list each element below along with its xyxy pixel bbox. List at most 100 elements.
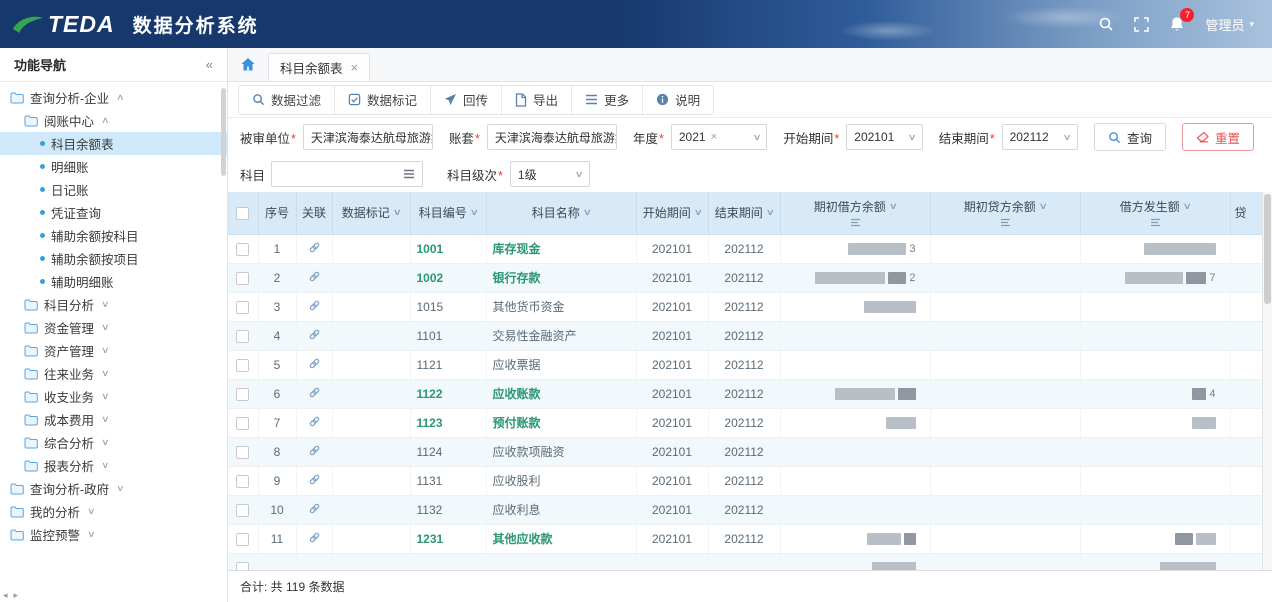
tab-subject-balance[interactable]: 科目余额表 × [268, 53, 370, 81]
link-icon[interactable] [308, 415, 321, 428]
info-button[interactable]: 说明 [643, 86, 713, 114]
cell-subject-name[interactable]: 预付账款 [486, 408, 636, 437]
row-checkbox[interactable] [236, 504, 249, 517]
sidebar-item-subject-balance[interactable]: 科目余额表 [0, 132, 227, 155]
user-menu[interactable]: 管理员 ▾ [1205, 15, 1254, 34]
col-credit-amount-partial[interactable]: 贷 [1230, 192, 1262, 234]
sidebar-folder-comprehensive-analysis[interactable]: 综合分析∨ [0, 431, 227, 454]
cell-subject-code[interactable]: 1001 [410, 234, 486, 263]
sidebar-folder-my-analysis[interactable]: 我的分析∨ [0, 500, 227, 523]
cell-subject-name[interactable]: 库存现金 [486, 234, 636, 263]
link-icon[interactable] [308, 531, 321, 544]
cell-subject-code[interactable]: 1122 [410, 379, 486, 408]
sidebar-collapse-button[interactable]: « [206, 57, 213, 72]
sidebar-item-aux-balance-by-project[interactable]: 辅助余额按项目 [0, 247, 227, 270]
start-period-select[interactable]: 202101 ∨ [846, 124, 922, 150]
export-button[interactable]: 导出 [502, 86, 572, 114]
col-opening-debit[interactable]: 期初借方余额∨ [780, 192, 930, 234]
sidebar-hscroll-arrows[interactable]: ◂ ▸ [3, 590, 18, 601]
link-icon[interactable] [308, 241, 321, 254]
sidebar-folder-current-business[interactable]: 往来业务∨ [0, 362, 227, 385]
table-row[interactable]: 11001库存现金2021012021123 [228, 234, 1262, 263]
subject-level-select[interactable]: 1级 ∨ [510, 161, 590, 187]
link-icon[interactable] [308, 357, 321, 370]
sidebar-folder-query-government[interactable]: 查询分析-政府∨ [0, 477, 227, 500]
row-checkbox[interactable] [236, 330, 249, 343]
account-book-input[interactable]: 天津滨海泰达航母旅游集团股 [487, 124, 617, 150]
hscroll-left-icon[interactable]: ◂ [3, 590, 8, 601]
cell-subject-code[interactable]: 1123 [410, 408, 486, 437]
table-row[interactable]: 51121应收票据202101202112 [228, 350, 1262, 379]
row-checkbox[interactable] [236, 446, 249, 459]
row-checkbox[interactable] [236, 562, 249, 570]
fullscreen-icon[interactable] [1134, 17, 1149, 32]
sidebar-item-aux-detail-ledger[interactable]: 辅助明细账 [0, 270, 227, 293]
col-opening-credit[interactable]: 期初贷方余额∨ [930, 192, 1080, 234]
table-row[interactable]: 61122应收账款2021012021124 [228, 379, 1262, 408]
filter-lines-icon[interactable] [785, 218, 926, 227]
table-row[interactable]: 31015其他货币资金202101202112 [228, 292, 1262, 321]
more-button[interactable]: 更多 [572, 86, 643, 114]
cell-subject-code[interactable]: 1231 [410, 524, 486, 553]
filter-lines-icon[interactable] [1085, 218, 1226, 227]
link-icon[interactable] [308, 444, 321, 457]
sidebar-folder-income-expense[interactable]: 收支业务∨ [0, 385, 227, 408]
sidebar-item-aux-balance-by-subject[interactable]: 辅助余额按科目 [0, 224, 227, 247]
home-tab-button[interactable] [240, 57, 256, 72]
link-icon[interactable] [308, 473, 321, 486]
link-icon[interactable] [308, 270, 321, 283]
col-debit-amount[interactable]: 借方发生额∨ [1080, 192, 1230, 234]
sidebar-item-detail-ledger[interactable]: 明细账 [0, 155, 227, 178]
reset-button[interactable]: 重置 [1182, 123, 1254, 151]
table-row[interactable]: 101132应收利息202101202112 [228, 495, 1262, 524]
search-icon[interactable] [1098, 16, 1114, 32]
col-subject-code[interactable]: 科目编号∨ [410, 192, 486, 234]
row-checkbox[interactable] [236, 359, 249, 372]
link-icon[interactable] [308, 328, 321, 341]
sidebar-folder-subject-analysis[interactable]: 科目分析∨ [0, 293, 227, 316]
table-scrollbar[interactable] [1262, 192, 1272, 570]
cell-subject-name[interactable]: 银行存款 [486, 263, 636, 292]
select-all-checkbox[interactable] [236, 207, 249, 220]
sidebar-folder-fund-management[interactable]: 资金管理∨ [0, 316, 227, 339]
table-row[interactable]: 91131应收股利202101202112 [228, 466, 1262, 495]
link-icon[interactable] [308, 386, 321, 399]
table-row[interactable]: 81124应收款项融资202101202112 [228, 437, 1262, 466]
scrollbar-thumb[interactable] [221, 88, 226, 176]
row-checkbox[interactable] [236, 533, 249, 546]
sidebar-item-journal[interactable]: 日记账 [0, 178, 227, 201]
table-row[interactable]: 111231其他应收款202101202112 [228, 524, 1262, 553]
data-mark-button[interactable]: 数据标记 [335, 86, 431, 114]
unit-input[interactable]: 天津滨海泰达航母旅游集团股 [303, 124, 433, 150]
clear-year-icon[interactable]: × [711, 131, 717, 143]
sidebar-folder-ledger-center[interactable]: 阅账中心∧ [0, 109, 227, 132]
table-row[interactable] [228, 553, 1262, 570]
link-icon[interactable] [308, 502, 321, 515]
col-end-period[interactable]: 结束期间∨ [708, 192, 780, 234]
year-select[interactable]: 2021 × ∨ [671, 124, 768, 150]
sidebar-folder-monitor-warning[interactable]: 监控预警∨ [0, 523, 227, 546]
sidebar-folder-report-analysis[interactable]: 报表分析∨ [0, 454, 227, 477]
row-checkbox[interactable] [236, 272, 249, 285]
cell-subject-name[interactable]: 其他应收款 [486, 524, 636, 553]
end-period-select[interactable]: 202112 ∨ [1002, 124, 1078, 150]
query-button[interactable]: 查询 [1094, 123, 1166, 151]
row-checkbox[interactable] [236, 301, 249, 314]
sidebar-item-voucher-query[interactable]: 凭证查询 [0, 201, 227, 224]
list-picker-icon[interactable] [403, 169, 415, 179]
table-row[interactable]: 41101交易性金融资产202101202112 [228, 321, 1262, 350]
table-row[interactable]: 71123预付账款202101202112 [228, 408, 1262, 437]
filter-lines-icon[interactable] [935, 218, 1076, 227]
data-filter-button[interactable]: 数据过滤 [239, 86, 335, 114]
sidebar-folder-query-enterprise[interactable]: 查询分析-企业∧ [0, 86, 227, 109]
link-icon[interactable] [308, 299, 321, 312]
row-checkbox[interactable] [236, 388, 249, 401]
subject-input[interactable] [271, 161, 423, 187]
cell-subject-code[interactable]: 1002 [410, 263, 486, 292]
sidebar-scrollbar[interactable] [220, 82, 227, 602]
sidebar-folder-asset-management[interactable]: 资产管理∨ [0, 339, 227, 362]
table-row[interactable]: 21002银行存款20210120211227 [228, 263, 1262, 292]
col-data-mark[interactable]: 数据标记∨ [332, 192, 410, 234]
row-checkbox[interactable] [236, 417, 249, 430]
col-subject-name[interactable]: 科目名称∨ [486, 192, 636, 234]
